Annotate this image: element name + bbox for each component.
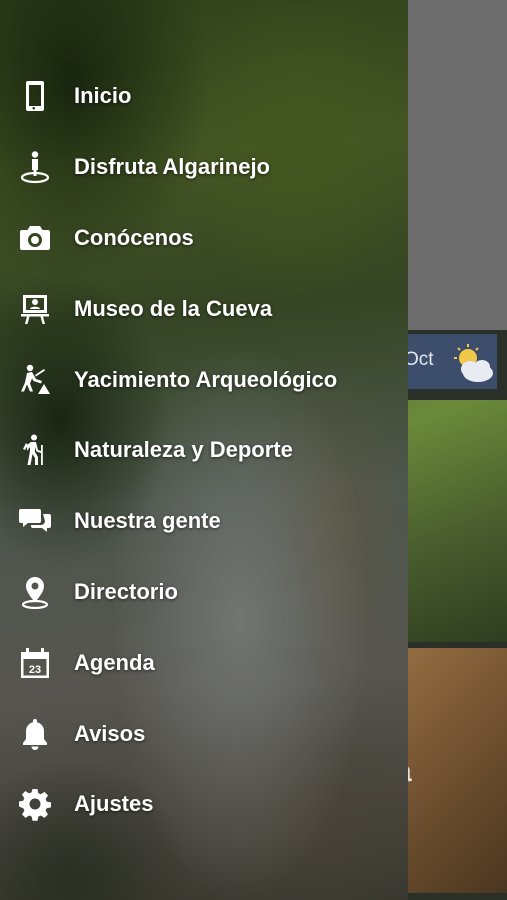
menu-item-museo[interactable]: Museo de la Cueva bbox=[0, 273, 408, 344]
digging-icon bbox=[18, 363, 52, 397]
menu-item-label: Ajustes bbox=[74, 791, 154, 817]
person-location-icon bbox=[18, 150, 52, 184]
hiking-icon bbox=[18, 433, 52, 467]
camera-icon bbox=[18, 221, 52, 255]
menu-item-label: Inicio bbox=[74, 83, 132, 109]
menu-item-label: Nuestra gente bbox=[74, 508, 221, 534]
calendar-icon: 23 bbox=[18, 646, 52, 680]
menu-item-nuestra-gente[interactable]: Nuestra gente bbox=[0, 486, 408, 557]
menu-item-label: Agenda bbox=[74, 649, 155, 675]
menu-item-disfruta[interactable]: Disfruta Algarinejo bbox=[0, 132, 408, 203]
navigation-drawer: Inicio Disfruta Algarinejo Conócenos Mus… bbox=[0, 0, 408, 900]
menu-item-avisos[interactable]: Avisos bbox=[0, 698, 408, 769]
menu-item-label: Museo de la Cueva bbox=[74, 295, 273, 321]
map-pin-icon bbox=[18, 575, 52, 609]
bell-icon bbox=[18, 717, 52, 751]
drawer-menu: Inicio Disfruta Algarinejo Conócenos Mus… bbox=[0, 61, 408, 840]
partly-cloudy-icon bbox=[448, 342, 496, 386]
menu-item-label: Avisos bbox=[74, 720, 146, 746]
weather-date: Oct bbox=[404, 349, 434, 370]
menu-item-ajustes[interactable]: Ajustes bbox=[0, 769, 408, 840]
menu-item-label: Disfruta Algarinejo bbox=[74, 154, 270, 180]
menu-item-label: Yacimiento Arqueológico bbox=[74, 366, 338, 392]
menu-item-naturaleza[interactable]: Naturaleza y Deporte bbox=[0, 415, 408, 486]
menu-item-directorio[interactable]: Directorio bbox=[0, 557, 408, 628]
menu-item-label: Directorio bbox=[74, 578, 178, 604]
menu-item-agenda[interactable]: 23 Agenda bbox=[0, 627, 408, 698]
gear-icon bbox=[18, 787, 52, 822]
smartphone-icon bbox=[18, 79, 52, 113]
museum-easel-icon bbox=[18, 292, 52, 326]
calendar-icon-day: 23 bbox=[29, 664, 41, 676]
menu-item-label: Conócenos bbox=[74, 224, 194, 250]
menu-item-inicio[interactable]: Inicio bbox=[0, 61, 408, 132]
menu-item-yacimiento[interactable]: Yacimiento Arqueológico bbox=[0, 344, 408, 415]
menu-item-conocenos[interactable]: Conócenos bbox=[0, 203, 408, 274]
chat-bubbles-icon bbox=[18, 504, 52, 538]
menu-item-label: Naturaleza y Deporte bbox=[74, 437, 293, 463]
